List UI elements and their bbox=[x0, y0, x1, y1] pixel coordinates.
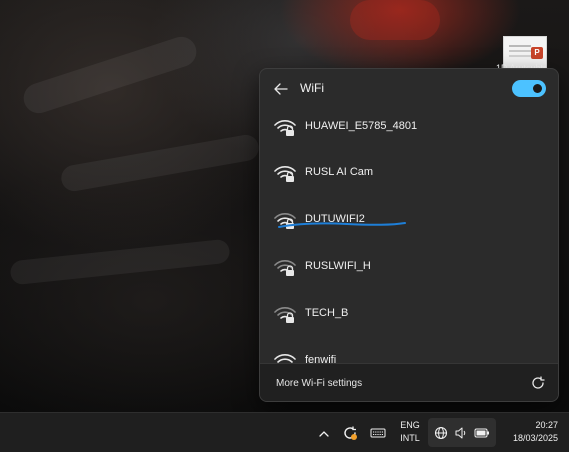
network-name: RUSL AI Cam bbox=[305, 166, 374, 178]
wifi-flyout: WiFi HUAWEI_E5785_4801 RUSL AI Cam DUTUW… bbox=[259, 68, 559, 402]
network-icon bbox=[434, 426, 448, 440]
document-lines bbox=[509, 45, 531, 47]
network-name: fenwifi bbox=[305, 354, 337, 363]
keyboard-icon bbox=[370, 428, 386, 438]
wallpaper-detail bbox=[350, 0, 440, 40]
wifi-secured-icon bbox=[274, 120, 296, 136]
network-name: RUSLWIFI_H bbox=[305, 260, 371, 272]
show-hidden-icons-button[interactable] bbox=[316, 425, 332, 441]
network-name: TECH_B bbox=[305, 307, 349, 319]
network-item[interactable]: TECH_B bbox=[260, 292, 558, 338]
input-language-button[interactable]: ENG INTL bbox=[396, 419, 424, 445]
wifi-footer: More Wi-Fi settings bbox=[260, 363, 558, 401]
clock-time: 20:27 bbox=[535, 420, 558, 430]
taskbar: ENG INTL 20:27 18/03/2025 bbox=[0, 412, 569, 452]
wifi-secured-icon bbox=[274, 354, 296, 363]
wifi-secured-icon bbox=[274, 307, 296, 323]
powerpoint-icon: P bbox=[531, 47, 543, 59]
language-code: ENG bbox=[400, 420, 420, 430]
toggle-knob bbox=[533, 84, 542, 93]
refresh-button[interactable] bbox=[528, 373, 548, 393]
wallpaper-detail bbox=[19, 32, 201, 118]
update-icon bbox=[344, 426, 357, 440]
quick-settings-button[interactable] bbox=[428, 418, 496, 447]
back-button[interactable] bbox=[270, 79, 292, 99]
back-arrow-icon bbox=[274, 83, 288, 95]
chevron-up-icon bbox=[319, 430, 329, 437]
blue-underline-annotation bbox=[278, 222, 406, 228]
update-tray-button[interactable] bbox=[342, 425, 358, 441]
wallpaper-detail bbox=[9, 238, 231, 286]
wallpaper-detail bbox=[59, 132, 261, 194]
network-item[interactable]: fenwifi bbox=[260, 339, 558, 363]
refresh-icon bbox=[532, 376, 545, 389]
network-item[interactable]: RUSLWIFI_H bbox=[260, 245, 558, 291]
clock-date: 18/03/2025 bbox=[512, 433, 558, 443]
network-name: HUAWEI_E5785_4801 bbox=[305, 120, 418, 132]
wifi-header: WiFi bbox=[260, 69, 558, 109]
network-item[interactable]: HUAWEI_E5785_4801 bbox=[260, 105, 558, 151]
wifi-secured-icon bbox=[274, 166, 296, 182]
network-list[interactable]: HUAWEI_E5785_4801 RUSL AI Cam DUTUWIFI2 bbox=[260, 105, 558, 363]
battery-icon bbox=[474, 428, 489, 438]
network-item[interactable]: RUSL AI Cam bbox=[260, 151, 558, 197]
clock-button[interactable]: 20:27 18/03/2025 bbox=[498, 419, 558, 445]
keyboard-layout: INTL bbox=[400, 433, 420, 443]
touch-keyboard-button[interactable] bbox=[370, 425, 386, 441]
wifi-title: WiFi bbox=[300, 81, 324, 95]
wifi-secured-icon bbox=[274, 260, 296, 276]
more-wifi-settings-link[interactable]: More Wi-Fi settings bbox=[276, 378, 362, 389]
wifi-toggle[interactable] bbox=[512, 80, 546, 97]
volume-icon bbox=[455, 427, 466, 439]
